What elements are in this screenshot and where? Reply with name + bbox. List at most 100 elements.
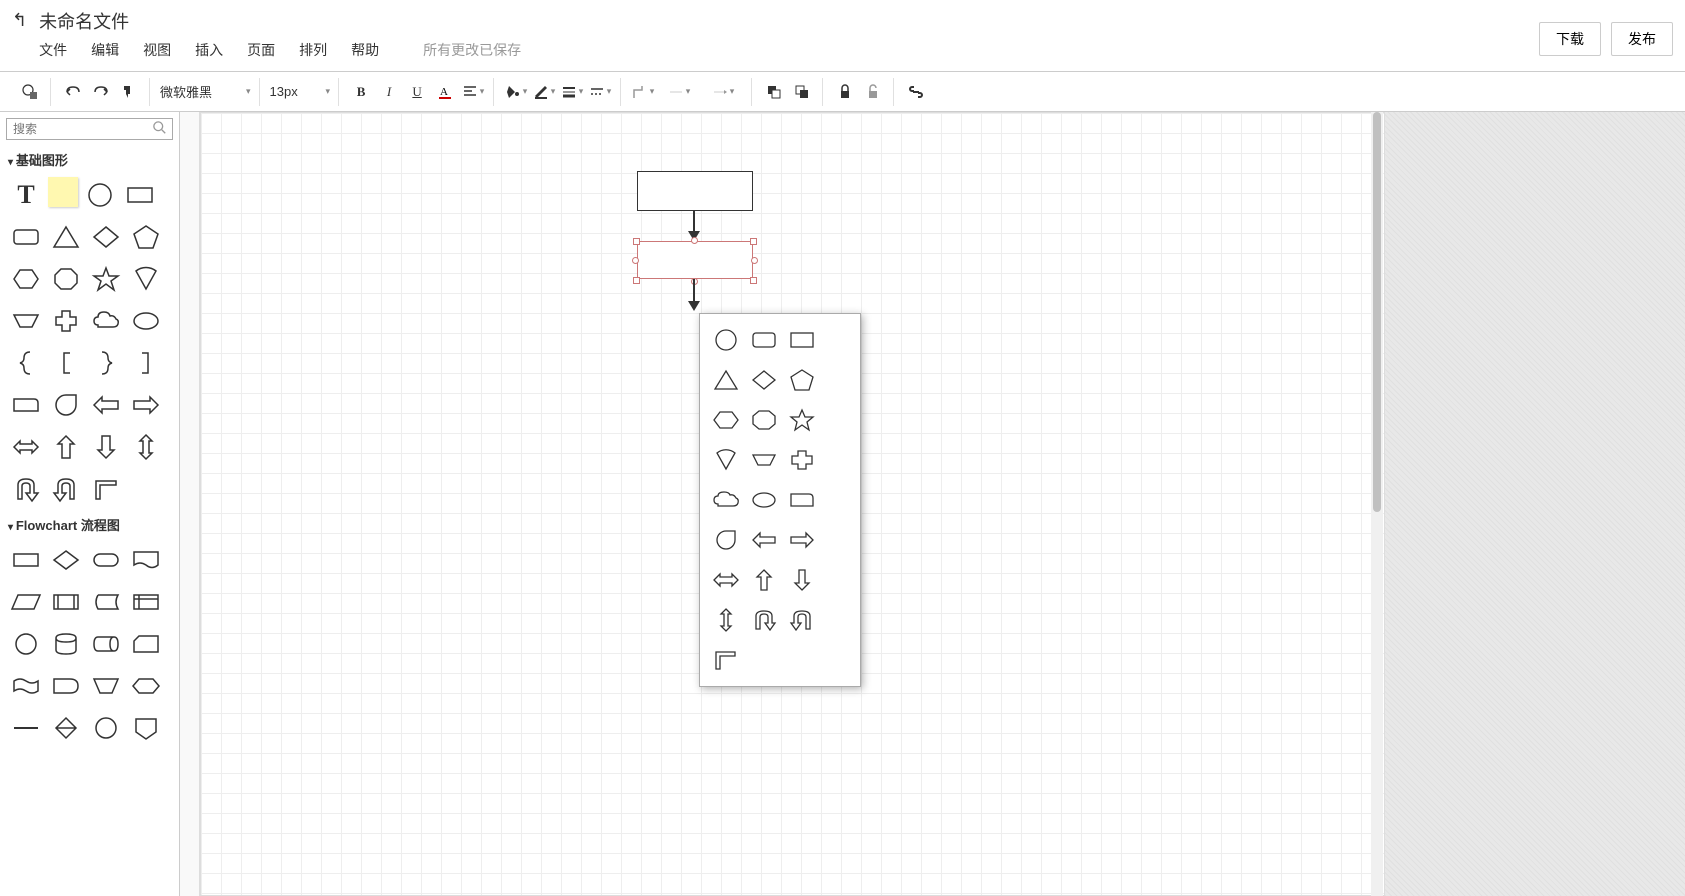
- shape-sort[interactable]: [48, 710, 84, 746]
- selection-handle[interactable]: [750, 238, 757, 245]
- pick-arrow-down[interactable]: [784, 562, 820, 598]
- shape-arrow-double-h[interactable]: [8, 429, 44, 465]
- line-style-icon[interactable]: ▾: [560, 80, 584, 104]
- pick-sector[interactable]: [708, 442, 744, 478]
- menu-page[interactable]: 页面: [247, 40, 275, 60]
- shape-arrow-up[interactable]: [48, 429, 84, 465]
- shape-tab[interactable]: [8, 387, 44, 423]
- pick-corner[interactable]: [708, 642, 744, 678]
- shape-teardrop[interactable]: [48, 387, 84, 423]
- menu-insert[interactable]: 插入: [195, 40, 223, 60]
- shape-arrow-left[interactable]: [88, 387, 124, 423]
- category-basic[interactable]: 基础图形: [0, 146, 179, 173]
- pick-trapezoid[interactable]: [746, 442, 782, 478]
- shape-arrow-right[interactable]: [128, 387, 164, 423]
- category-flowchart[interactable]: Flowchart 流程图: [0, 511, 179, 538]
- shape-predefined[interactable]: [48, 584, 84, 620]
- menu-file[interactable]: 文件: [39, 40, 67, 60]
- pick-rounded-rect[interactable]: [746, 322, 782, 358]
- pick-hexagon[interactable]: [708, 402, 744, 438]
- shape-preparation[interactable]: [128, 668, 164, 704]
- redo-icon[interactable]: [89, 80, 113, 104]
- pick-uturn-left[interactable]: [746, 602, 782, 638]
- bold-icon[interactable]: B: [349, 80, 373, 104]
- underline-icon[interactable]: U: [405, 80, 429, 104]
- pick-arrow-double-v[interactable]: [708, 602, 744, 638]
- pick-arrow-up[interactable]: [746, 562, 782, 598]
- shape-arrow-down[interactable]: [88, 429, 124, 465]
- fill-color-icon[interactable]: ▾: [504, 80, 528, 104]
- pick-rect[interactable]: [784, 322, 820, 358]
- shape-card[interactable]: [128, 626, 164, 662]
- shape-uturn-right[interactable]: [48, 471, 84, 507]
- shape-merge-line[interactable]: [8, 710, 44, 746]
- shape-ellipse[interactable]: [128, 303, 164, 339]
- send-back-icon[interactable]: [790, 80, 814, 104]
- shape-brace-left[interactable]: [8, 345, 44, 381]
- shape-text[interactable]: T: [8, 177, 44, 213]
- shape-bracket-right[interactable]: [128, 345, 164, 381]
- line-dash-icon[interactable]: ▾: [588, 80, 612, 104]
- shape-offpage[interactable]: [128, 710, 164, 746]
- undo-icon[interactable]: [61, 80, 85, 104]
- canvas-arrow-1[interactable]: [693, 211, 695, 233]
- shape-manual-op[interactable]: [88, 668, 124, 704]
- download-button[interactable]: 下载: [1539, 22, 1601, 56]
- selection-handle[interactable]: [633, 277, 640, 284]
- back-button[interactable]: ↰: [12, 8, 27, 31]
- shape-triangle[interactable]: [48, 219, 84, 255]
- menu-view[interactable]: 视图: [143, 40, 171, 60]
- arrow-start-icon[interactable]: ▾: [659, 80, 699, 104]
- pick-cross[interactable]: [784, 442, 820, 478]
- shape-sticky-note[interactable]: [48, 177, 78, 207]
- shape-arrow-double-v[interactable]: [128, 429, 164, 465]
- shape-corner[interactable]: [88, 471, 124, 507]
- shape-circle[interactable]: [82, 177, 118, 213]
- pick-arrow-left[interactable]: [746, 522, 782, 558]
- scrollbar-thumb[interactable]: [1373, 112, 1381, 512]
- bring-front-icon[interactable]: [762, 80, 786, 104]
- canvas-arrow-2[interactable]: [693, 279, 695, 303]
- format-painter-icon[interactable]: [117, 80, 141, 104]
- selection-mid-handle[interactable]: [751, 257, 758, 264]
- shape-delay[interactable]: [48, 668, 84, 704]
- drawing-canvas[interactable]: [200, 112, 1385, 896]
- pick-octagon[interactable]: [746, 402, 782, 438]
- link-icon[interactable]: [904, 80, 928, 104]
- pick-diamond[interactable]: [746, 362, 782, 398]
- shape-database[interactable]: [48, 626, 84, 662]
- shape-document[interactable]: [128, 542, 164, 578]
- shape-summing[interactable]: [88, 710, 124, 746]
- shape-cross[interactable]: [48, 303, 84, 339]
- pick-ellipse[interactable]: [746, 482, 782, 518]
- shape-connector-circle[interactable]: [8, 626, 44, 662]
- pick-arrow-right[interactable]: [784, 522, 820, 558]
- publish-button[interactable]: 发布: [1611, 22, 1673, 56]
- pick-pentagon[interactable]: [784, 362, 820, 398]
- selection-mid-handle[interactable]: [632, 257, 639, 264]
- arrow-end-icon[interactable]: ▾: [703, 80, 743, 104]
- search-input[interactable]: [6, 118, 173, 140]
- add-shape-icon[interactable]: [18, 80, 42, 104]
- shape-internal-storage[interactable]: [128, 584, 164, 620]
- pick-arrow-double-h[interactable]: [708, 562, 744, 598]
- align-icon[interactable]: ▾: [461, 80, 485, 104]
- pick-circle[interactable]: [708, 322, 744, 358]
- shape-direct-data[interactable]: [88, 626, 124, 662]
- document-title[interactable]: 未命名文件: [39, 8, 1673, 34]
- font-family-select[interactable]: 微软雅黑: [160, 82, 240, 101]
- shape-tape[interactable]: [8, 668, 44, 704]
- shape-trapezoid[interactable]: [8, 303, 44, 339]
- menu-help[interactable]: 帮助: [351, 40, 379, 60]
- menu-edit[interactable]: 编辑: [91, 40, 119, 60]
- shape-data[interactable]: [8, 584, 44, 620]
- shape-decision[interactable]: [48, 542, 84, 578]
- pick-teardrop[interactable]: [708, 522, 744, 558]
- shape-terminator[interactable]: [88, 542, 124, 578]
- shape-octagon[interactable]: [48, 261, 84, 297]
- pick-tab[interactable]: [784, 482, 820, 518]
- canvas-rectangle-1[interactable]: [637, 171, 753, 211]
- pick-star[interactable]: [784, 402, 820, 438]
- connector-type-icon[interactable]: ▾: [631, 80, 655, 104]
- shape-pentagon[interactable]: [128, 219, 164, 255]
